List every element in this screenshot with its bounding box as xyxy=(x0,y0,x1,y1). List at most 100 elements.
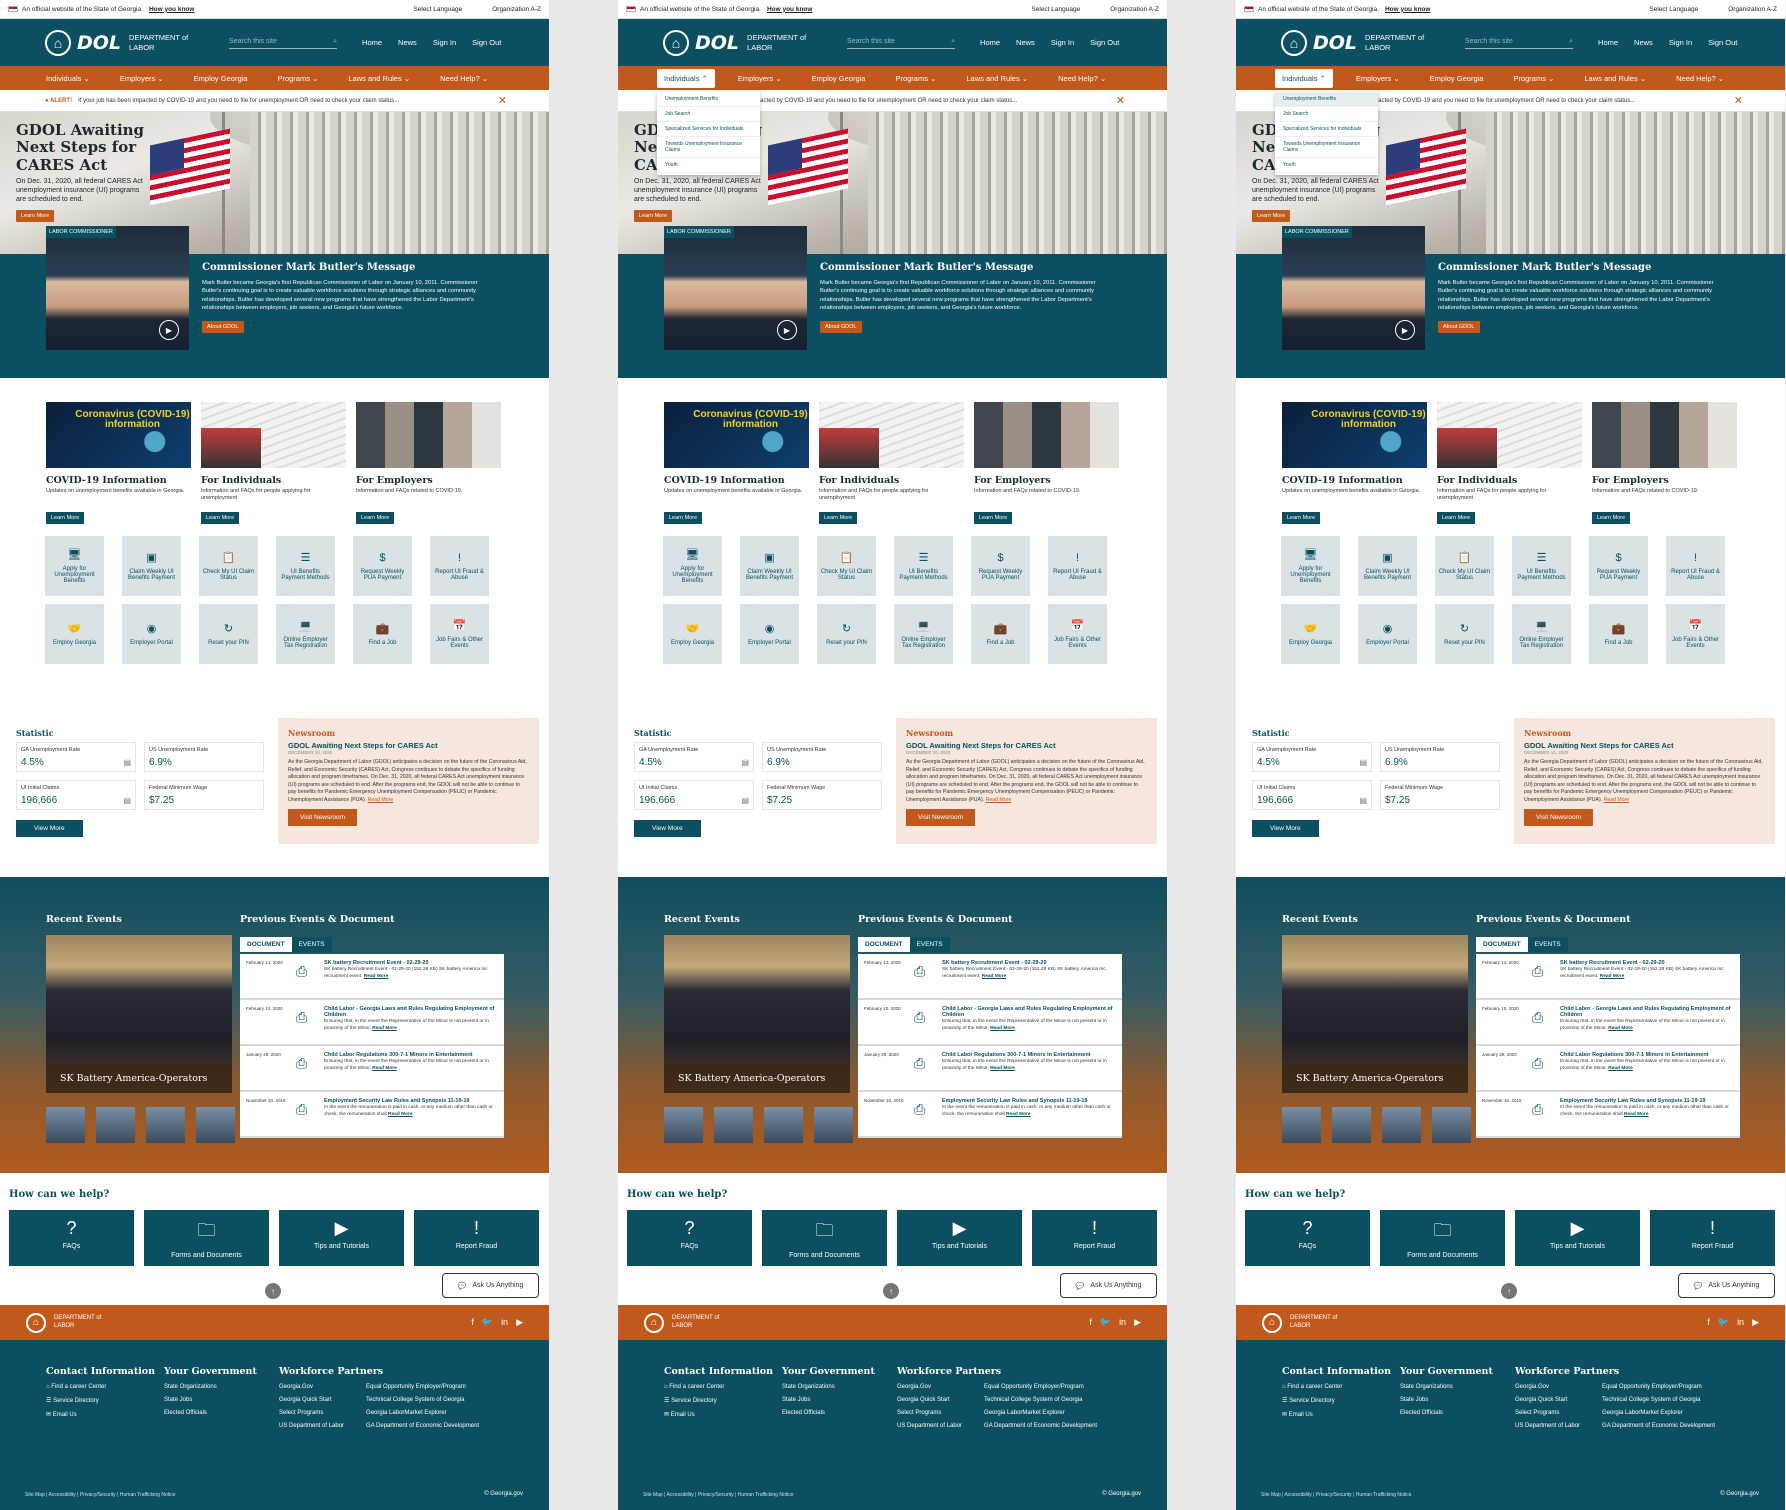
footer-link[interactable]: US Department of Labor xyxy=(1515,1423,1580,1429)
youtube-icon[interactable]: ▶ xyxy=(1134,1317,1141,1328)
search-icon[interactable]: ⌕ xyxy=(1569,38,1573,46)
footer-link[interactable]: State Organizations xyxy=(1400,1384,1493,1390)
footer-link[interactable]: Select Programs xyxy=(897,1410,962,1416)
nav-item-programs[interactable]: Programs ⌄ xyxy=(1513,74,1554,83)
search-input[interactable]: Search this site ⌕ xyxy=(1465,36,1574,49)
dropdown-item[interactable]: Towards Unemployment Insurance Claims xyxy=(1275,137,1378,158)
quick-link-card[interactable]: 💻 Online Employer Tax Registration xyxy=(276,604,335,664)
scroll-top-icon[interactable]: ↑ xyxy=(1501,1283,1517,1299)
help-button[interactable]: ? FAQs xyxy=(627,1210,752,1266)
footer-link[interactable]: Georgia Quick Start xyxy=(1515,1397,1580,1403)
tile-learn-more-button[interactable]: Learn More xyxy=(46,512,85,524)
document-read-more-link[interactable]: Read More xyxy=(990,1026,1015,1031)
quick-link-card[interactable]: 📋 Check My UI Claim Status xyxy=(199,536,258,596)
quick-link-card[interactable]: 💼 Find a Job xyxy=(1589,604,1648,664)
header-link-news[interactable]: News xyxy=(398,38,417,47)
document-read-more-link[interactable]: Read More xyxy=(1608,1026,1633,1031)
commissioner-photo[interactable]: LABOR COMMISSIONER ▶ xyxy=(46,226,189,350)
tile-image[interactable]: Coronavirus (COVID-19) information xyxy=(664,402,809,468)
footer-link[interactable]: Select Programs xyxy=(1515,1410,1580,1416)
org-az-link[interactable]: Organization A-Z xyxy=(1728,6,1777,13)
quick-link-card[interactable]: 📋 Check My UI Claim Status xyxy=(1435,536,1494,596)
tab-document[interactable]: DOCUMENT xyxy=(858,937,910,952)
pdf-icon[interactable]: ⎙ xyxy=(1532,1009,1560,1038)
nav-item-individuals[interactable]: Individuals ⌄ xyxy=(46,74,90,83)
document-read-more-link[interactable]: Read More xyxy=(1006,1112,1031,1117)
linkedin-icon[interactable]: in xyxy=(501,1317,508,1328)
news-headline[interactable]: GDOL Awaiting Next Steps for CARES Act xyxy=(906,741,1147,750)
footer-link[interactable]: Elected Officials xyxy=(164,1410,257,1416)
visit-newsroom-button[interactable]: Visit Newsroom xyxy=(1524,809,1594,827)
quick-link-card[interactable]: ↻ Reset your PIN xyxy=(199,604,258,664)
close-icon[interactable]: ✕ xyxy=(498,94,507,107)
ask-us-anything-button[interactable]: 💬 Ask Us Anything xyxy=(442,1273,539,1298)
nav-item-employers[interactable]: Employers ⌄ xyxy=(1356,74,1400,83)
tab-events[interactable]: EVENTS xyxy=(909,937,950,952)
document-title[interactable]: SK battery Recruitment Event - 02-29-20 xyxy=(942,960,1116,966)
dropdown-item[interactable]: Youth xyxy=(1275,158,1378,173)
tile-image[interactable] xyxy=(974,402,1119,468)
document-read-more-link[interactable]: Read More xyxy=(1600,974,1625,979)
pdf-icon[interactable]: ⎙ xyxy=(914,1101,942,1130)
quick-link-card[interactable]: 📋 Check My UI Claim Status xyxy=(817,536,876,596)
quick-link-card[interactable]: 💻 Online Employer Tax Registration xyxy=(894,604,953,664)
footer-link[interactable]: ✉ Email Us xyxy=(1282,1411,1391,1418)
pdf-icon[interactable]: ⎙ xyxy=(296,1101,324,1130)
view-more-button[interactable]: View More xyxy=(16,820,83,837)
dol-logo[interactable]: DOL xyxy=(77,32,121,54)
footer-link[interactable]: Select Programs xyxy=(279,1410,344,1416)
tile-learn-more-button[interactable]: Learn More xyxy=(974,512,1013,524)
header-link-sign-out[interactable]: Sign Out xyxy=(472,38,501,47)
header-link-news[interactable]: News xyxy=(1634,38,1653,47)
quick-link-card[interactable]: 🖥 Apply for Unemployment Benefits xyxy=(663,536,722,596)
event-thumbnail[interactable] xyxy=(1282,1107,1321,1143)
about-gdol-button[interactable]: About GDOL xyxy=(1438,320,1480,333)
footer-link[interactable]: GA Department of Economic Development xyxy=(366,1423,479,1429)
footer-link[interactable]: ✉ Email Us xyxy=(46,1411,155,1418)
event-thumbnail[interactable] xyxy=(46,1107,85,1143)
pdf-icon[interactable]: ▤ xyxy=(123,796,131,805)
document-read-more-link[interactable]: Read More xyxy=(1608,1066,1633,1071)
pdf-icon[interactable]: ▤ xyxy=(1359,796,1367,805)
view-more-button[interactable]: View More xyxy=(1252,820,1319,837)
quick-link-card[interactable]: ◉ Employer Portal xyxy=(740,604,799,664)
ask-us-anything-button[interactable]: 💬 Ask Us Anything xyxy=(1060,1273,1157,1298)
news-headline[interactable]: GDOL Awaiting Next Steps for CARES Act xyxy=(1524,741,1765,750)
nav-item-need-help-[interactable]: Need Help? ⌄ xyxy=(1058,74,1106,83)
tile-learn-more-button[interactable]: Learn More xyxy=(819,512,858,524)
legal-links[interactable]: Site Map | Accessibility | Privacy/Secur… xyxy=(25,1492,176,1498)
nav-item-laws-and-rules[interactable]: Laws and Rules ⌄ xyxy=(1584,74,1646,83)
news-read-more-link[interactable]: Read More xyxy=(986,797,1012,803)
header-link-sign-in[interactable]: Sign In xyxy=(1669,38,1692,47)
linkedin-icon[interactable]: in xyxy=(1119,1317,1126,1328)
footer-link[interactable]: GA Department of Economic Development xyxy=(984,1423,1097,1429)
quick-link-card[interactable]: $ Request Weekly PUA Payment xyxy=(971,536,1030,596)
header-link-home[interactable]: Home xyxy=(1598,38,1618,47)
news-headline[interactable]: GDOL Awaiting Next Steps for CARES Act xyxy=(288,741,529,750)
document-read-more-link[interactable]: Read More xyxy=(1624,1112,1649,1117)
legal-links[interactable]: Site Map | Accessibility | Privacy/Secur… xyxy=(643,1492,794,1498)
dropdown-item[interactable]: Unemployment Benefits xyxy=(657,92,760,107)
header-link-news[interactable]: News xyxy=(1016,38,1035,47)
document-read-more-link[interactable]: Read More xyxy=(372,1066,397,1071)
document-title[interactable]: Child Labor - Georgia Laws and Rules Reg… xyxy=(324,1006,498,1018)
quick-link-card[interactable]: ☰ UI Benefits Payment Methods xyxy=(1512,536,1571,596)
tile-learn-more-button[interactable]: Learn More xyxy=(1282,512,1321,524)
how-you-know-link[interactable]: How you know xyxy=(149,6,195,13)
quick-link-card[interactable]: 💻 Online Employer Tax Registration xyxy=(1512,604,1571,664)
select-language[interactable]: Select Language xyxy=(413,6,462,13)
dropdown-item[interactable]: Job Search xyxy=(657,107,760,122)
youtube-icon[interactable]: ▶ xyxy=(1752,1317,1759,1328)
pdf-icon[interactable]: ⎙ xyxy=(914,963,942,992)
footer-link[interactable]: Technical College System of Georgia xyxy=(366,1397,479,1403)
document-read-more-link[interactable]: Read More xyxy=(364,974,389,979)
hero-learn-more-button[interactable]: Learn More xyxy=(634,210,673,223)
tile-learn-more-button[interactable]: Learn More xyxy=(201,512,240,524)
dropdown-item[interactable]: Towards Unemployment Insurance Claims xyxy=(657,137,760,158)
quick-link-card[interactable]: 🖥 Apply for Unemployment Benefits xyxy=(1281,536,1340,596)
footer-link[interactable]: State Organizations xyxy=(164,1384,257,1390)
quick-link-card[interactable]: 🤝 Employ Georgia xyxy=(663,604,722,664)
org-az-link[interactable]: Organization A-Z xyxy=(1110,6,1159,13)
document-read-more-link[interactable]: Read More xyxy=(990,1066,1015,1071)
pdf-icon[interactable]: ⎙ xyxy=(914,1009,942,1038)
